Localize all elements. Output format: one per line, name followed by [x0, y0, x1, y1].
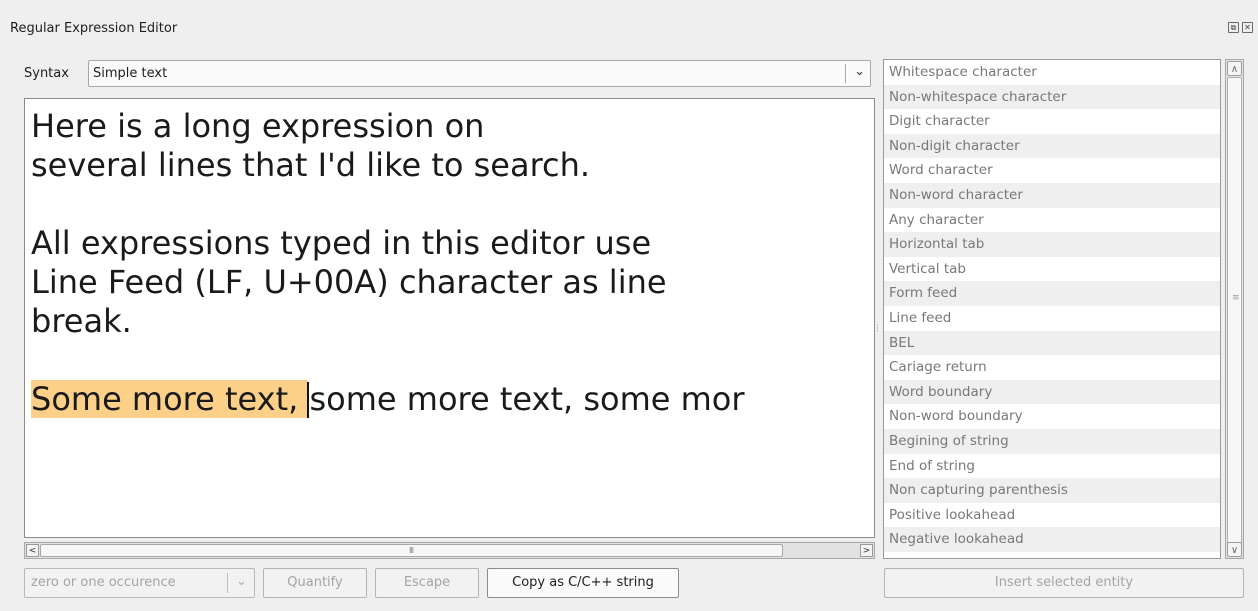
scroll-up-icon[interactable]: ∧: [1227, 61, 1242, 76]
horizontal-scrollbar[interactable]: < III >: [24, 542, 875, 559]
close-icon[interactable]: ✕: [1242, 22, 1253, 33]
entity-list[interactable]: Whitespace character Non-whitespace chara…: [883, 59, 1221, 559]
syntax-label: Syntax: [24, 66, 69, 81]
quantify-button[interactable]: Quantify: [263, 568, 367, 598]
quantifier-value: zero or one occurence: [31, 575, 176, 590]
chevron-down-icon: ⌄: [236, 574, 247, 589]
grip-icon: III: [409, 546, 414, 555]
splitter-handle[interactable]: · · ·: [876, 322, 879, 337]
list-item[interactable]: Line feed: [884, 306, 1220, 331]
list-item[interactable]: Non-digit character: [884, 133, 1220, 159]
scroll-left-icon[interactable]: <: [26, 544, 39, 557]
editor-selection: Some more text,: [31, 380, 309, 418]
list-item[interactable]: Non-word boundary: [884, 404, 1220, 429]
list-item[interactable]: Vertical tab: [884, 257, 1220, 282]
editor-line: break.: [31, 302, 132, 340]
list-item[interactable]: Negative lookahead: [884, 527, 1220, 552]
chevron-down-icon: ⌄: [854, 64, 865, 79]
quantifier-select-separator: [227, 573, 228, 593]
syntax-select[interactable]: Simple text ⌄: [88, 60, 871, 87]
editor-line: some more text, some mor: [309, 380, 745, 418]
list-item[interactable]: End of string: [884, 454, 1220, 479]
grip-icon: ≡: [1232, 293, 1240, 303]
list-item[interactable]: Positive lookahead: [884, 503, 1220, 528]
horizontal-scroll-thumb[interactable]: III: [40, 544, 783, 557]
escape-button[interactable]: Escape: [375, 568, 479, 598]
list-item[interactable]: Non capturing parenthesis: [884, 478, 1220, 503]
scroll-down-icon[interactable]: ∨: [1227, 542, 1242, 557]
list-item[interactable]: Non-whitespace character: [884, 84, 1220, 110]
vertical-scrollbar[interactable]: ∧ ≡ ∨: [1225, 59, 1244, 559]
list-item[interactable]: Word character: [884, 158, 1220, 183]
quantifier-select[interactable]: zero or one occurence ⌄: [24, 568, 255, 598]
copy-as-c-string-button[interactable]: Copy as C/C++ string: [487, 568, 679, 598]
editor-content: Here is a long expression on several lin…: [31, 107, 745, 419]
list-item[interactable]: Cariage return: [884, 355, 1220, 380]
list-item[interactable]: Word boundary: [884, 379, 1220, 405]
title-controls: ⧉ ✕: [1228, 22, 1253, 33]
list-item[interactable]: Form feed: [884, 281, 1220, 306]
list-item[interactable]: Begining of string: [884, 428, 1220, 454]
editor-line: All expressions typed in this editor use: [31, 224, 652, 262]
editor-line: Line Feed (LF, U+00A) character as line: [31, 263, 667, 301]
list-item[interactable]: Whitespace character: [884, 60, 1220, 85]
insert-selected-entity-button[interactable]: Insert selected entity: [884, 568, 1244, 598]
scroll-right-icon[interactable]: >: [860, 544, 873, 557]
list-item[interactable]: Digit character: [884, 109, 1220, 134]
syntax-select-separator: [845, 64, 846, 83]
list-item[interactable]: Horizontal tab: [884, 232, 1220, 257]
list-item[interactable]: Non-word character: [884, 182, 1220, 208]
syntax-value: Simple text: [93, 66, 168, 81]
vertical-scroll-thumb[interactable]: ≡: [1227, 77, 1242, 555]
editor-line: several lines that I'd like to search.: [31, 146, 591, 184]
float-icon[interactable]: ⧉: [1228, 22, 1239, 33]
list-item[interactable]: Any character: [884, 208, 1220, 233]
window-title: Regular Expression Editor: [10, 21, 178, 36]
editor-line: Here is a long expression on: [31, 107, 485, 145]
list-item[interactable]: BEL: [884, 330, 1220, 356]
expression-editor[interactable]: Here is a long expression on several lin…: [24, 98, 875, 538]
